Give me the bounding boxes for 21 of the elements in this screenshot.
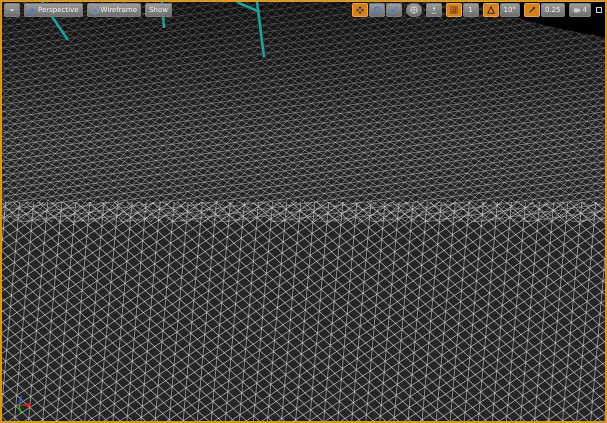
move-arrows-icon xyxy=(356,6,364,14)
surface-snap-icon xyxy=(430,6,438,14)
perspective-icon xyxy=(28,6,36,14)
rotate-snap-button[interactable] xyxy=(482,3,499,17)
translate-tool-button[interactable] xyxy=(352,3,368,17)
rotate-tool-button[interactable] xyxy=(368,3,385,17)
ring-icon xyxy=(372,6,381,14)
maximize-icon xyxy=(595,6,603,14)
triangle-icon xyxy=(486,6,495,14)
grid-snap-button[interactable] xyxy=(446,3,462,17)
globe-icon xyxy=(410,6,418,14)
scale-snap-button[interactable] xyxy=(524,3,540,17)
grid-icon xyxy=(450,6,458,14)
camera-icon xyxy=(572,6,581,14)
scale-icon xyxy=(390,6,398,14)
caret-down-icon xyxy=(8,6,16,14)
surface-snap-button[interactable] xyxy=(426,3,442,17)
scale-tool-button[interactable] xyxy=(386,3,402,17)
options-menu-button[interactable] xyxy=(4,3,20,17)
wireframe-icon xyxy=(90,6,99,14)
diagonal-arrow-icon xyxy=(528,6,536,14)
